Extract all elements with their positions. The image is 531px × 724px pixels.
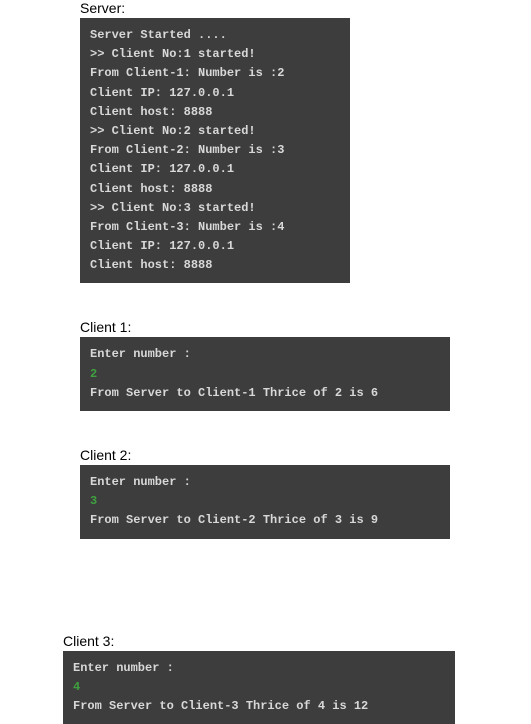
client1-input: 2 [90, 365, 440, 384]
server-line: Client host: 8888 [90, 256, 340, 275]
client3-label: Client 3: [63, 633, 531, 649]
server-line: Client host: 8888 [90, 103, 340, 122]
server-line: From Client-3: Number is :4 [90, 218, 340, 237]
server-line: From Client-2: Number is :3 [90, 141, 340, 160]
server-line: Server Started .... [90, 26, 340, 45]
server-line: >> Client No:2 started! [90, 122, 340, 141]
server-terminal: Server Started .... >> Client No:1 start… [80, 18, 350, 283]
client2-prompt: Enter number : [90, 473, 440, 492]
client2-terminal: Enter number : 3 From Server to Client-2… [80, 465, 450, 539]
server-line: From Client-1: Number is :2 [90, 64, 340, 83]
server-line: Client IP: 127.0.0.1 [90, 237, 340, 256]
client2-response: From Server to Client-2 Thrice of 3 is 9 [90, 511, 440, 530]
server-line: Client host: 8888 [90, 180, 340, 199]
client1-label: Client 1: [80, 319, 531, 335]
server-line: >> Client No:1 started! [90, 45, 340, 64]
client1-prompt: Enter number : [90, 345, 440, 364]
server-label: Server: [80, 0, 531, 16]
client1-terminal: Enter number : 2 From Server to Client-1… [80, 337, 450, 411]
client3-prompt: Enter number : [73, 659, 445, 678]
client3-input: 4 [73, 678, 445, 697]
server-line: Client IP: 127.0.0.1 [90, 160, 340, 179]
client2-input: 3 [90, 492, 440, 511]
server-line: >> Client No:3 started! [90, 199, 340, 218]
server-line: Client IP: 127.0.0.1 [90, 84, 340, 103]
client2-label: Client 2: [80, 447, 531, 463]
client3-response: From Server to Client-3 Thrice of 4 is 1… [73, 697, 445, 716]
client3-terminal: Enter number : 4 From Server to Client-3… [63, 651, 455, 724]
client1-response: From Server to Client-1 Thrice of 2 is 6 [90, 384, 440, 403]
